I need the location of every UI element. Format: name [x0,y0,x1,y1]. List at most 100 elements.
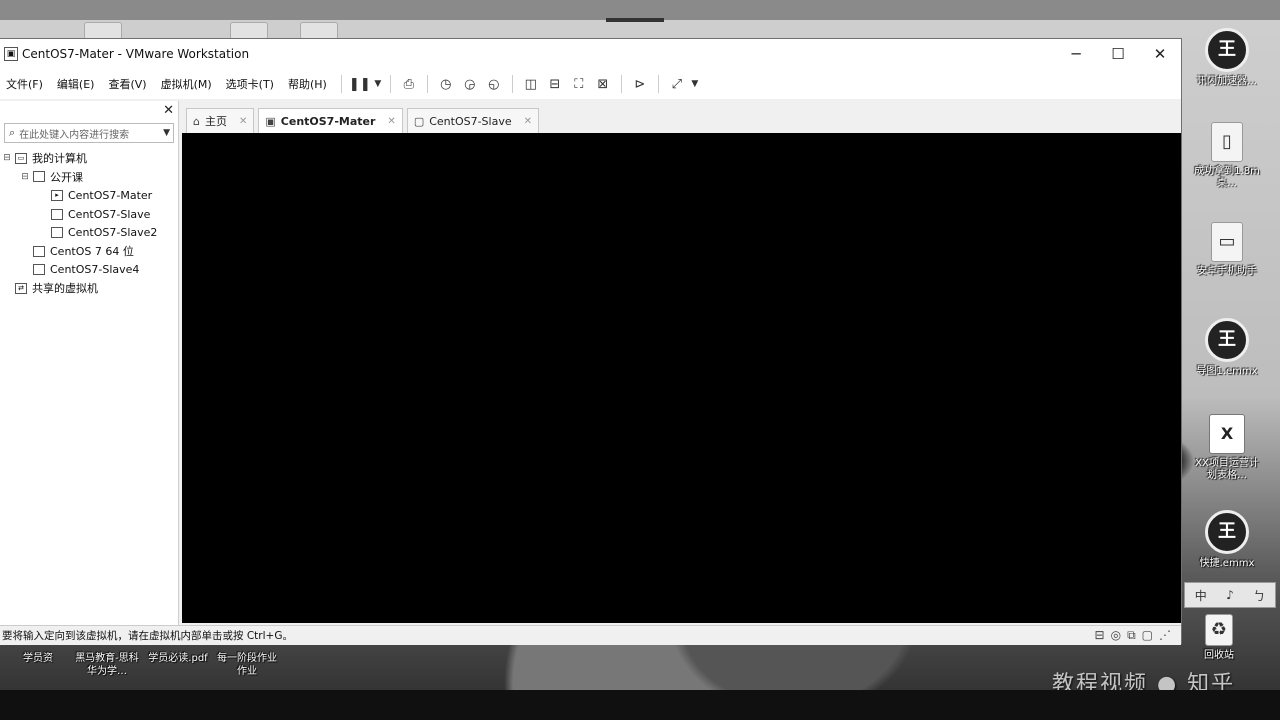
desktop-icon-mindmap2[interactable]: 王 快捷.emmx [1192,510,1262,570]
desktop-icon-label: 安卓手机助手 [1197,266,1257,277]
tab-label: CentOS7-Mater [280,114,376,128]
tab-home[interactable]: ⌂ 主页 ✕ [186,108,255,133]
menu-tabs[interactable]: 选项卡(T) [220,76,282,92]
desktop-bottom-label[interactable]: 学员资 [16,652,60,665]
tree-node-label: CentOS7-Slave2 [68,226,158,240]
cd-rom-icon[interactable]: ◎ [1111,628,1121,643]
fullscreen-icon[interactable]: ⛶ [567,73,591,95]
document-icon: ▭ [1211,222,1243,262]
vm-running-icon: ▣ [265,114,276,128]
tree-node-label: 共享的虚拟机 [32,282,98,296]
maximize-button[interactable]: ☐ [1096,39,1140,69]
computer-icon: ▭ [15,152,27,164]
tree-node-my-computer[interactable]: ⊟ ▭ 我的计算机 [0,149,178,168]
status-bar: 要将输入定向到该虚拟机，请在虚拟机内部单击或按 Ctrl+G。 ⊟ ◎ ⧉ ▢ … [0,625,1181,645]
desktop-icon-mindmap1[interactable]: 王 导图1.emmx [1192,318,1262,378]
console-icon[interactable]: ⊳ [628,73,652,95]
tree-node-vm[interactable]: CentOS7-Slave2 [0,223,178,242]
taskbar [0,690,1280,720]
library-panel: ✕ ⌕ 在此处键入内容进行搜索 ▼ ⊟ ▭ 我的计算机 ⊟ 公开课 ▸ Cent… [0,101,179,625]
menu-vm[interactable]: 虚拟机(M) [155,76,220,92]
excel-icon: X [1209,414,1245,454]
stretch-icon[interactable]: ⤢ [665,73,689,95]
title-bar[interactable]: ▣ CentOS7-Mater - VMware Workstation ─ ☐… [0,39,1181,69]
revert-snapshot-icon[interactable]: ◶ [458,73,482,95]
vm-icon [33,245,45,257]
library-search-input[interactable]: ⌕ 在此处键入内容进行搜索 ▼ [4,123,174,143]
library-header: ✕ [0,101,178,121]
unity-icon[interactable]: ⊠ [591,73,615,95]
minimize-button[interactable]: ─ [1054,39,1098,69]
library-tree: ⊟ ▭ 我的计算机 ⊟ 公开课 ▸ CentOS7-Mater CentOS7-… [0,149,178,298]
close-icon[interactable]: ✕ [239,116,247,127]
moon-icon[interactable]: ♪ [1226,588,1234,602]
desktop-icon-android-assistant[interactable]: ▭ 安卓手机助手 [1192,222,1262,278]
window-title: CentOS7-Mater - VMware Workstation [22,47,250,61]
language-bar[interactable]: 中 ♪ ㄅ [1184,582,1276,608]
menu-edit[interactable]: 编辑(E) [51,76,103,92]
menu-view[interactable]: 查看(V) [102,76,154,92]
thumbnail-view-icon[interactable]: ⊟ [543,73,567,95]
resize-grip-icon[interactable]: ⋰ [1159,628,1171,643]
chevron-down-icon[interactable]: ▼ [163,128,170,138]
snapshot-manager-icon[interactable]: ◵ [482,73,506,95]
tree-node-vm[interactable]: CentOS 7 64 位 [0,242,178,261]
tab-label: CentOS7-Slave [429,114,512,128]
desktop-icon-label: 回收站 [1204,650,1234,661]
desktop-bottom-label[interactable]: 黑马教育-思科华为学… [72,652,142,678]
tree-node-shared-vms[interactable]: ⇄ 共享的虚拟机 [0,279,178,298]
search-icon: ⌕ [9,126,16,139]
desktop-bottom-label[interactable]: 每一阶段作业作业 [214,652,280,678]
collapse-icon[interactable]: ⊟ [2,153,12,163]
mindmap-icon: 王 [1205,318,1249,362]
desktop-icon-label: 导图1.emmx [1196,366,1258,377]
tree-node-label: CentOS7-Slave [68,207,151,221]
tree-node-folder[interactable]: ⊟ 公开课 [0,168,178,187]
snapshot-icon[interactable]: ◷ [434,73,458,95]
tree-node-label: CentOS 7 64 位 [50,245,134,259]
vm-console-screen[interactable] [182,133,1181,623]
status-message: 要将输入定向到该虚拟机，请在虚拟机内部单击或按 Ctrl+G。 [2,630,293,642]
language-indicator[interactable]: 中 [1195,587,1207,604]
tree-node-vm[interactable]: CentOS7-Slave [0,205,178,224]
home-icon: ⌂ [193,114,200,128]
close-icon[interactable]: ✕ [387,116,395,127]
vm-icon [51,208,63,220]
collapse-icon[interactable]: ⊟ [20,172,30,182]
send-keys-icon[interactable]: ⎙ [397,73,421,95]
mindmap-icon: 王 [1205,510,1249,554]
desktop-icon-excel[interactable]: X XX项目运营计划表格… [1192,414,1262,482]
library-view-icon[interactable]: ◫ [519,73,543,95]
desktop-icon-label: 成功拿到1.8m桌… [1194,166,1260,189]
desktop-icon-label: 讯闪加速器… [1197,76,1257,87]
desktop-bottom-label[interactable]: 学员必读.pdf [148,652,208,665]
desktop-icon-xunshan[interactable]: 王 讯闪加速器… [1192,28,1262,88]
tree-node-label: 公开课 [50,170,83,184]
desktop-icon-phone[interactable]: ▯ 成功拿到1.8m桌… [1192,122,1262,190]
toolbar-separator [340,75,342,93]
dropdown-icon[interactable]: ▼ [689,73,701,95]
network-icon[interactable]: ⧉ [1127,628,1136,643]
toolbar-separator [511,75,513,93]
close-icon[interactable]: ✕ [524,116,532,127]
tree-node-vm[interactable]: ▸ CentOS7-Mater [0,186,178,205]
pause-icon[interactable]: ❚❚ [348,73,372,95]
message-icon[interactable]: ▢ [1142,628,1153,643]
close-icon[interactable]: ✕ [163,103,174,118]
input-mode-icon[interactable]: ㄅ [1253,587,1265,604]
close-button[interactable]: ✕ [1138,39,1182,69]
menu-help[interactable]: 帮助(H) [282,76,335,92]
vm-icon [33,264,45,276]
hard-disk-icon[interactable]: ⊟ [1095,628,1105,643]
vm-icon: ▢ [413,114,425,128]
menu-bar: 文件(F) 编辑(E) 查看(V) 虚拟机(M) 选项卡(T) 帮助(H) ❚❚… [0,69,1181,99]
dropdown-icon[interactable]: ▼ [372,73,384,95]
tab-centos7-mater[interactable]: ▣ CentOS7-Mater ✕ [258,108,403,133]
menu-file[interactable]: 文件(F) [0,76,51,92]
tab-centos7-slave[interactable]: ▢ CentOS7-Slave ✕ [406,108,540,133]
toolbar-separator [657,75,659,93]
tree-node-vm[interactable]: CentOS7-Slave4 [0,261,178,280]
desktop-icon-recycle-bin[interactable]: ♻ 回收站 [1184,614,1254,662]
top-strip [0,0,1280,41]
recycle-bin-icon: ♻ [1205,614,1233,646]
